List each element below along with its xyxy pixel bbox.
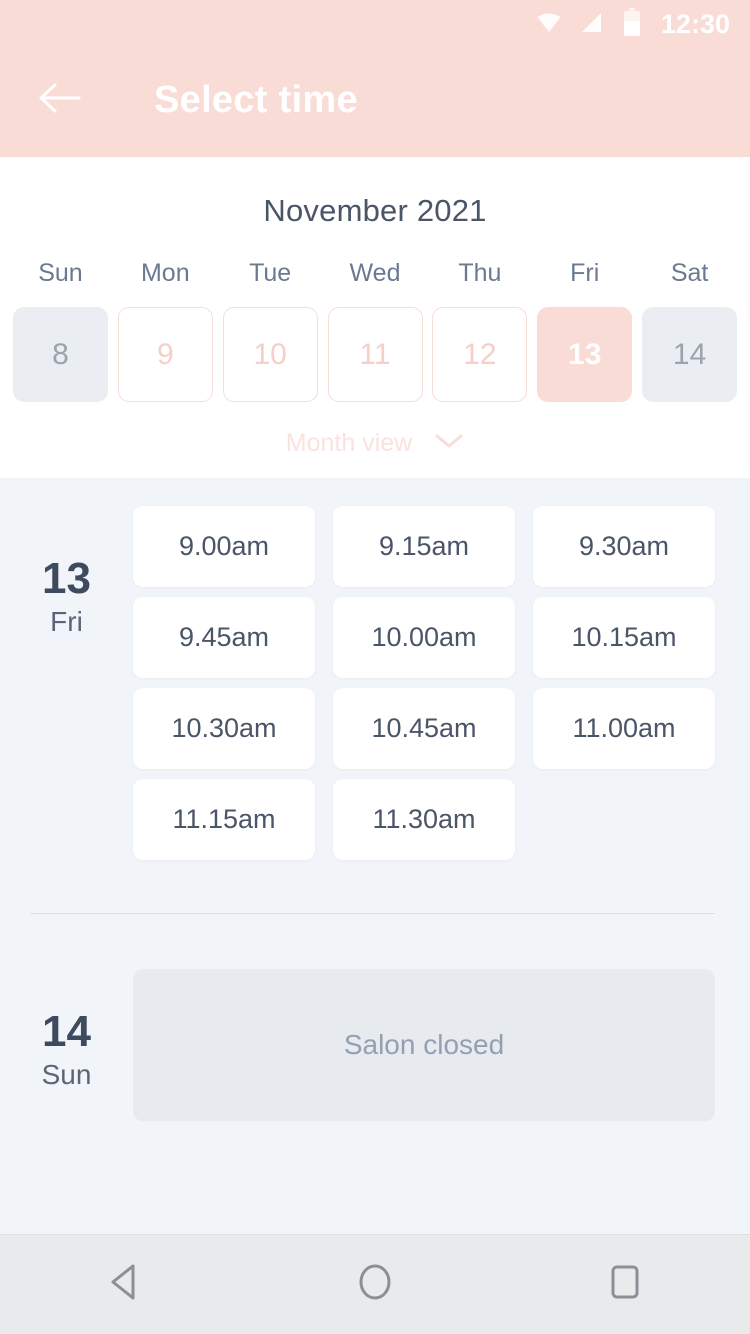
time-slot-grid: 9.00am 9.15am 9.30am 9.45am 10.00am 10.1…: [133, 506, 750, 860]
weekday-label: Fri: [570, 259, 600, 287]
day-label-13: 13 Fri: [0, 506, 133, 860]
day-number: 13: [42, 554, 91, 603]
calendar-day-11[interactable]: 11: [327, 307, 423, 402]
nav-recents-button[interactable]: [577, 1250, 673, 1320]
battery-icon: [623, 7, 641, 41]
status-bar: 12:30: [0, 0, 750, 48]
salon-closed-banner: Salon closed: [133, 969, 715, 1121]
day-number: 14: [42, 1007, 91, 1056]
nav-home-button[interactable]: [327, 1250, 423, 1320]
back-button[interactable]: [32, 73, 88, 129]
day-of-week: Fri: [50, 606, 83, 638]
calendar-day-cell: 12: [427, 307, 532, 402]
nav-back-button[interactable]: [77, 1250, 173, 1320]
calendar-day-cell: 8: [8, 307, 113, 402]
day-label-14: 14 Sun: [0, 969, 133, 1121]
page-title: Select time: [154, 79, 358, 121]
time-slot[interactable]: 11.15am: [133, 779, 315, 860]
weekday-label: Thu: [458, 259, 502, 287]
calendar-strip: November 2021 Sun Mon Tue Wed Thu Fri Sa…: [0, 157, 750, 478]
calendar-day-cell: 14: [637, 307, 742, 402]
signal-icon: [580, 11, 606, 38]
time-slot[interactable]: 9.15am: [333, 506, 515, 587]
wifi-icon: [535, 11, 563, 38]
time-slot[interactable]: 11.00am: [533, 688, 715, 769]
schedule-list: 13 Fri 9.00am 9.15am 9.30am 9.45am 10.00…: [0, 478, 750, 1234]
calendar-day-9[interactable]: 9: [117, 307, 213, 402]
app-bar: 12:30 Select time: [0, 0, 750, 157]
day-of-week: Sun: [41, 1059, 92, 1091]
schedule-day-14: 14 Sun Salon closed: [0, 914, 750, 1121]
calendar-weekday-header: Sun Mon Tue Wed Thu Fri Sat: [0, 259, 750, 288]
calendar-day-14: 14: [642, 307, 738, 402]
time-slot[interactable]: 9.45am: [133, 597, 315, 678]
calendar-day-12[interactable]: 12: [432, 307, 528, 402]
calendar-day-13-selected[interactable]: 13: [537, 307, 633, 402]
time-slot[interactable]: 10.00am: [333, 597, 515, 678]
weekday-label: Sun: [38, 259, 83, 287]
android-nav-bar: [0, 1234, 750, 1334]
time-slot[interactable]: 10.45am: [333, 688, 515, 769]
weekday-label: Mon: [140, 259, 190, 287]
recents-square-icon: [608, 1262, 642, 1307]
time-slot[interactable]: 11.30am: [333, 779, 515, 860]
status-clock: 12:30: [660, 8, 730, 39]
calendar-day-cell: 11: [323, 307, 428, 402]
time-slot[interactable]: 9.00am: [133, 506, 315, 587]
home-circle-icon: [355, 1262, 395, 1307]
chevron-down-icon: [434, 432, 464, 455]
calendar-month-label: November 2021: [263, 193, 487, 228]
back-triangle-icon: [107, 1262, 143, 1307]
calendar-days-row: 8 9 10 11 12 13 14: [0, 307, 750, 402]
calendar-day-cell: 9: [113, 307, 218, 402]
month-view-toggle[interactable]: Month view: [0, 429, 750, 458]
arrow-left-icon: [37, 81, 83, 120]
calendar-day-cell: 13: [532, 307, 637, 402]
calendar-day-8: 8: [12, 307, 108, 402]
app-bar-row: Select time: [0, 48, 750, 153]
time-slot[interactable]: 10.30am: [133, 688, 315, 769]
calendar-day-10[interactable]: 10: [222, 307, 318, 402]
month-view-label: Month view: [285, 429, 413, 457]
app-screen: 12:30 Select time November 2021 Sun Mon …: [0, 0, 750, 1334]
schedule-day-13: 13 Fri 9.00am 9.15am 9.30am 9.45am 10.00…: [0, 478, 750, 860]
weekday-label: Sat: [670, 259, 709, 287]
weekday-label: Wed: [349, 259, 401, 287]
time-slot[interactable]: 10.15am: [533, 597, 715, 678]
weekday-label: Tue: [249, 259, 292, 287]
calendar-day-cell: 10: [218, 307, 323, 402]
time-slot[interactable]: 9.30am: [533, 506, 715, 587]
